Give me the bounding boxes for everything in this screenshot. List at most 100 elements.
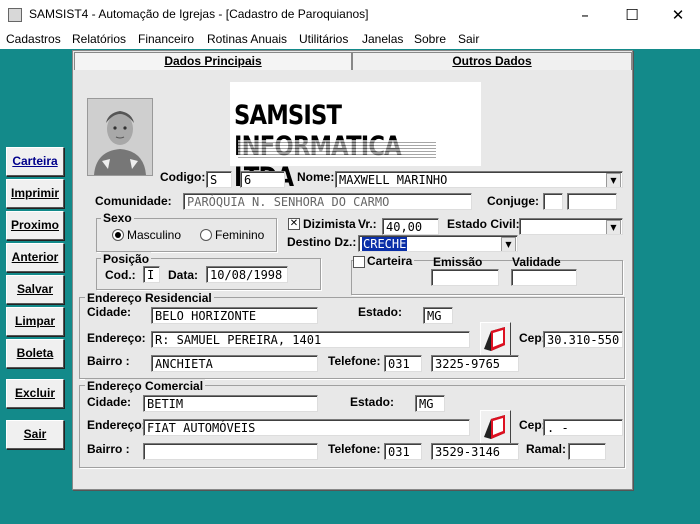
comunidade-label: Comunidade: [95,194,172,208]
menu-sobre[interactable]: Sobre [414,32,446,46]
company-logo: SAMSIST INFORMATICA LTDA [230,82,481,193]
res-telefone-field[interactable]: 3225-9765 [431,355,519,372]
res-cep-label: Cep: [519,331,546,345]
menu-rotinas-anuais[interactable]: Rotinas Anuais [207,32,287,46]
data-field[interactable]: 10/08/1998 [206,266,288,283]
conjuge-label: Conjuge: [487,194,539,208]
dizimista-label: Dizimista [303,217,356,231]
com-cidade-field[interactable]: BETIM [143,395,318,412]
codigo-prefix-field[interactable]: S [206,171,232,188]
menu-janelas[interactable]: Janelas [362,32,403,46]
com-telefone-field[interactable]: 3529-3146 [431,443,519,460]
vr-label: Vr.: [358,217,377,231]
res-estado-field[interactable]: MG [423,307,453,324]
endereco-residencial-title: Endereço Residencial [85,291,214,305]
menu-cadastros[interactable]: Cadastros [6,32,61,46]
salvar-button-label: Salvar [16,282,54,296]
proximo-button[interactable]: Proximo [6,211,64,240]
boleta-button-label: Boleta [16,346,54,360]
com-telefone-label: Telefone: [328,442,381,456]
destino-label: Destino Dz.: [287,235,357,249]
res-cep-lookup-button[interactable] [480,322,511,356]
res-cep-field[interactable]: 30.310-550 [543,331,623,348]
chevron-down-icon[interactable]: ▼ [606,220,621,234]
com-cidade-label: Cidade: [87,395,132,409]
res-bairro-label: Bairro : [87,354,130,368]
emissao-field[interactable] [431,269,499,286]
estado-civil-dropdown[interactable]: ▼ [519,218,623,235]
menu-financeiro[interactable]: Financeiro [138,32,194,46]
dizimista-checkbox[interactable]: ✕ [288,218,300,230]
close-icon[interactable]: ✕ [655,0,700,30]
conjuge-field[interactable] [567,193,617,210]
com-ddd-field[interactable]: 031 [384,443,422,460]
carteira-label: Carteira [365,254,415,268]
carteira-button[interactable]: Carteira [6,147,64,176]
imprimir-button-label: Imprimir [10,186,59,200]
res-bairro-field[interactable]: ANCHIETA [151,355,318,372]
address-book-icon [484,415,505,439]
com-estado-field[interactable]: MG [415,395,445,412]
comunidade-field[interactable]: PARÓQUIA N. SENHORA DO CARMO [183,193,472,210]
proximo-button-label: Proximo [10,218,59,232]
destino-dropdown[interactable]: CRECHE ▼ [358,235,518,252]
tab-outros-dados[interactable]: Outros Dados [352,52,632,70]
com-bairro-field[interactable] [143,443,318,460]
chevron-down-icon[interactable]: ▼ [501,237,516,251]
nome-dropdown[interactable]: MAXWELL MARINHO ▼ [335,171,623,188]
cod-field[interactable]: I [143,266,160,283]
validade-label: Validade [512,255,561,269]
menu-relatorios[interactable]: Relatórios [72,32,126,46]
carteira-button-label: Carteira [12,154,58,168]
res-telefone-label: Telefone: [328,354,381,368]
boleta-button[interactable]: Boleta [6,339,64,368]
com-cep-lookup-button[interactable] [480,410,511,444]
destino-value: CRECHE [362,237,408,251]
person-photo-icon [88,99,152,175]
chevron-down-icon[interactable]: ▼ [606,173,621,187]
feminino-radio[interactable] [200,229,212,241]
anterior-button[interactable]: Anterior [6,243,64,272]
window-title: SAMSIST4 - Automação de Igrejas - [Cadas… [29,7,369,21]
estado-civil-label: Estado Civil: [447,217,520,231]
com-ramal-field[interactable] [568,443,606,460]
masculino-label: Masculino [127,228,182,242]
valor-field[interactable]: 40,00 [382,218,439,235]
carteira-checkbox[interactable] [353,256,365,268]
logo-fine-print [238,140,436,160]
menu-bar: Cadastros Relatórios Financeiro Rotinas … [0,30,700,49]
cod-label: Cod.: [105,268,136,282]
tab-dados-principais[interactable]: Dados Principais [74,52,352,70]
sexo-label: Sexo [101,211,134,225]
com-cep-field[interactable]: . - [543,419,623,436]
res-endereco-field[interactable]: R: SAMUEL PEREIRA, 1401 [151,331,470,348]
res-cidade-field[interactable]: BELO HORIZONTE [151,307,318,324]
salvar-button[interactable]: Salvar [6,275,64,304]
maximize-icon[interactable]: ☐ [609,0,655,30]
emissao-label: Emissão [433,255,483,269]
menu-utilitarios[interactable]: Utilitários [299,32,348,46]
title-bar: SAMSIST4 - Automação de Igrejas - [Cadas… [0,0,700,30]
tab-dados-principais-label: Dados Principais [164,54,262,68]
conjuge-code-field[interactable] [543,193,563,210]
com-cep-label: Cep: [519,418,546,432]
codigo-label: Codigo: [160,170,206,184]
validade-field[interactable] [511,269,577,286]
minimize-icon[interactable]: – [562,0,608,30]
tab-outros-dados-label: Outros Dados [452,54,532,68]
sair-button[interactable]: Sair [6,420,64,449]
res-endereco-label: Endereço: [87,331,146,345]
imprimir-button[interactable]: Imprimir [6,179,64,208]
endereco-comercial-title: Endereço Comercial [85,379,206,393]
com-endereco-field[interactable]: FIAT AUTOMÓVEIS [143,419,470,436]
nome-label: Nome: [297,170,335,184]
menu-sair[interactable]: Sair [458,32,479,46]
masculino-radio[interactable] [112,229,124,241]
com-ramal-label: Ramal: [526,442,567,456]
member-photo [87,98,153,176]
res-ddd-field[interactable]: 031 [384,355,422,372]
codigo-number-field[interactable]: 6 [240,171,285,188]
res-estado-label: Estado: [358,305,403,319]
limpar-button[interactable]: Limpar [6,307,64,336]
excluir-button[interactable]: Excluir [6,379,64,408]
